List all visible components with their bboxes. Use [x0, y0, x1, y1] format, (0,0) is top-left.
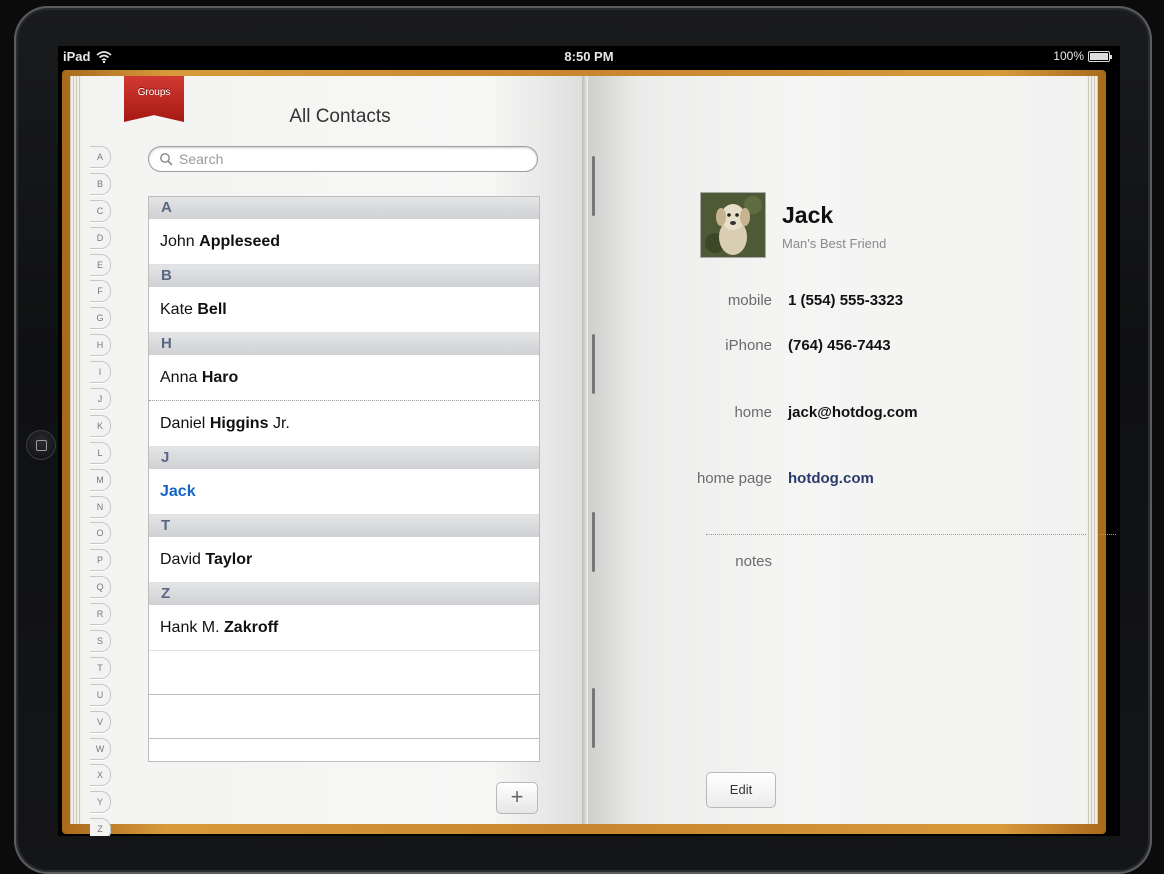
field-label-iphone: iPhone: [725, 337, 772, 354]
contact-row[interactable]: John Appleseed: [149, 219, 539, 265]
index-letter-x[interactable]: X: [90, 764, 111, 787]
contact-first-name: Hank M.: [160, 619, 220, 636]
dog-photo-icon: [701, 193, 765, 257]
search-icon: [160, 153, 173, 166]
contact-last-name: Taylor: [205, 551, 253, 568]
contact-row-selected[interactable]: Jack: [149, 469, 539, 515]
field-value-mobile[interactable]: 1 (554) 555-3323: [788, 292, 903, 309]
contact-first-name: Daniel: [160, 415, 206, 432]
status-time: 8:50 PM: [564, 49, 614, 64]
index-letter-z[interactable]: Z: [90, 818, 111, 836]
index-letter-o[interactable]: O: [90, 522, 111, 545]
contact-row[interactable]: Anna Haro: [149, 355, 539, 401]
contact-last-name: Higgins: [209, 415, 269, 432]
search-input[interactable]: [177, 150, 501, 168]
index-letter-u[interactable]: U: [90, 683, 111, 706]
status-bar: iPad 8:50 PM 100%: [58, 46, 1120, 68]
field-label-home-page: home page: [696, 470, 772, 487]
index-letter-l[interactable]: L: [90, 441, 111, 464]
index-letter-v[interactable]: V: [90, 710, 111, 733]
contact-photo[interactable]: [700, 192, 766, 258]
field-value-iphone[interactable]: (764) 456-7443: [788, 337, 891, 354]
contacts-book: Groups All Contacts A B C D E F G H I J: [62, 70, 1116, 836]
contact-detail-page: Jack Man's Best Friend mobile 1 (554) 55…: [588, 76, 1116, 824]
page-stitch: [592, 688, 595, 748]
empty-row: [149, 651, 539, 695]
page-stitch: [592, 334, 595, 394]
contact-row[interactable]: Hank M. Zakroff: [149, 605, 539, 651]
index-letter-y[interactable]: Y: [90, 791, 111, 814]
index-letter-q[interactable]: Q: [90, 576, 111, 599]
contact-row[interactable]: Kate Bell: [149, 287, 539, 333]
field-value-home-email[interactable]: jack@hotdog.com: [788, 404, 918, 421]
index-letter-i[interactable]: I: [90, 361, 111, 384]
contact-name-heading: Jack: [782, 202, 834, 228]
contact-subtitle: Man's Best Friend: [782, 236, 887, 251]
index-letter-d[interactable]: D: [90, 226, 111, 249]
battery-icon: [1088, 50, 1112, 62]
index-letter-f[interactable]: F: [90, 280, 111, 303]
contact-first-name: Anna: [160, 369, 198, 386]
edit-button[interactable]: Edit: [706, 772, 776, 808]
notes-divider: [706, 534, 1116, 535]
section-header-j: J: [149, 447, 539, 469]
page-stitch: [592, 512, 595, 572]
index-letter-b[interactable]: B: [90, 172, 111, 195]
contact-last-name: Appleseed: [199, 233, 281, 250]
field-label-home-email: home: [734, 404, 772, 421]
index-letter-j[interactable]: J: [90, 388, 111, 411]
index-letter-p[interactable]: P: [90, 549, 111, 572]
contact-last-name: Bell: [197, 301, 227, 318]
page-title: All Contacts: [289, 106, 391, 127]
field-label-notes: notes: [735, 553, 772, 570]
search-field[interactable]: [148, 146, 538, 172]
contacts-table: A John Appleseed B Kate Bell H Anna Haro…: [148, 196, 540, 762]
index-letter-s[interactable]: S: [90, 630, 111, 653]
page-stitch: [592, 156, 595, 216]
section-header-t: T: [149, 515, 539, 537]
index-letter-k[interactable]: K: [90, 414, 111, 437]
index-letter-g[interactable]: G: [90, 307, 111, 330]
index-letter-a[interactable]: A: [90, 146, 111, 168]
alphabet-index: A B C D E F G H I J K L M N O P Q R S T: [90, 146, 114, 836]
field-label-mobile: mobile: [727, 292, 772, 309]
groups-button[interactable]: Groups: [124, 76, 184, 122]
battery-percent: 100%: [1053, 49, 1084, 63]
section-header-z: Z: [149, 583, 539, 605]
index-letter-e[interactable]: E: [90, 253, 111, 276]
index-letter-w[interactable]: W: [90, 737, 111, 760]
section-header-b: B: [149, 265, 539, 287]
home-button-icon: [35, 439, 47, 451]
index-letter-n[interactable]: N: [90, 495, 111, 518]
index-letter-m[interactable]: M: [90, 468, 111, 491]
status-bar-right: 100%: [1053, 49, 1112, 63]
contact-last-name: Zakroff: [224, 619, 279, 636]
field-value-home-page[interactable]: hotdog.com: [788, 470, 874, 487]
contacts-list-page: Groups All Contacts A B C D E F G H I J: [70, 76, 592, 836]
index-letter-h[interactable]: H: [90, 334, 111, 357]
contact-first-name: David: [160, 551, 201, 568]
index-letter-t[interactable]: T: [90, 656, 111, 679]
contact-first-name: John: [160, 233, 195, 250]
section-header-a: A: [149, 197, 539, 219]
contact-row[interactable]: David Taylor: [149, 537, 539, 583]
contact-first-name: Kate: [160, 301, 193, 318]
contact-suffix: Jr.: [272, 415, 290, 432]
contact-name: Jack: [160, 483, 196, 500]
index-letter-c[interactable]: C: [90, 199, 111, 222]
empty-row: [149, 695, 539, 739]
index-letter-r[interactable]: R: [90, 603, 111, 626]
screen: iPad 8:50 PM 100% Groups All Contacts Se…: [58, 46, 1120, 836]
contact-last-name: Haro: [201, 369, 239, 386]
add-contact-button[interactable]: +: [496, 782, 538, 814]
section-header-h: H: [149, 333, 539, 355]
contact-row[interactable]: Daniel Higgins Jr.: [149, 401, 539, 447]
home-button[interactable]: [26, 430, 56, 460]
